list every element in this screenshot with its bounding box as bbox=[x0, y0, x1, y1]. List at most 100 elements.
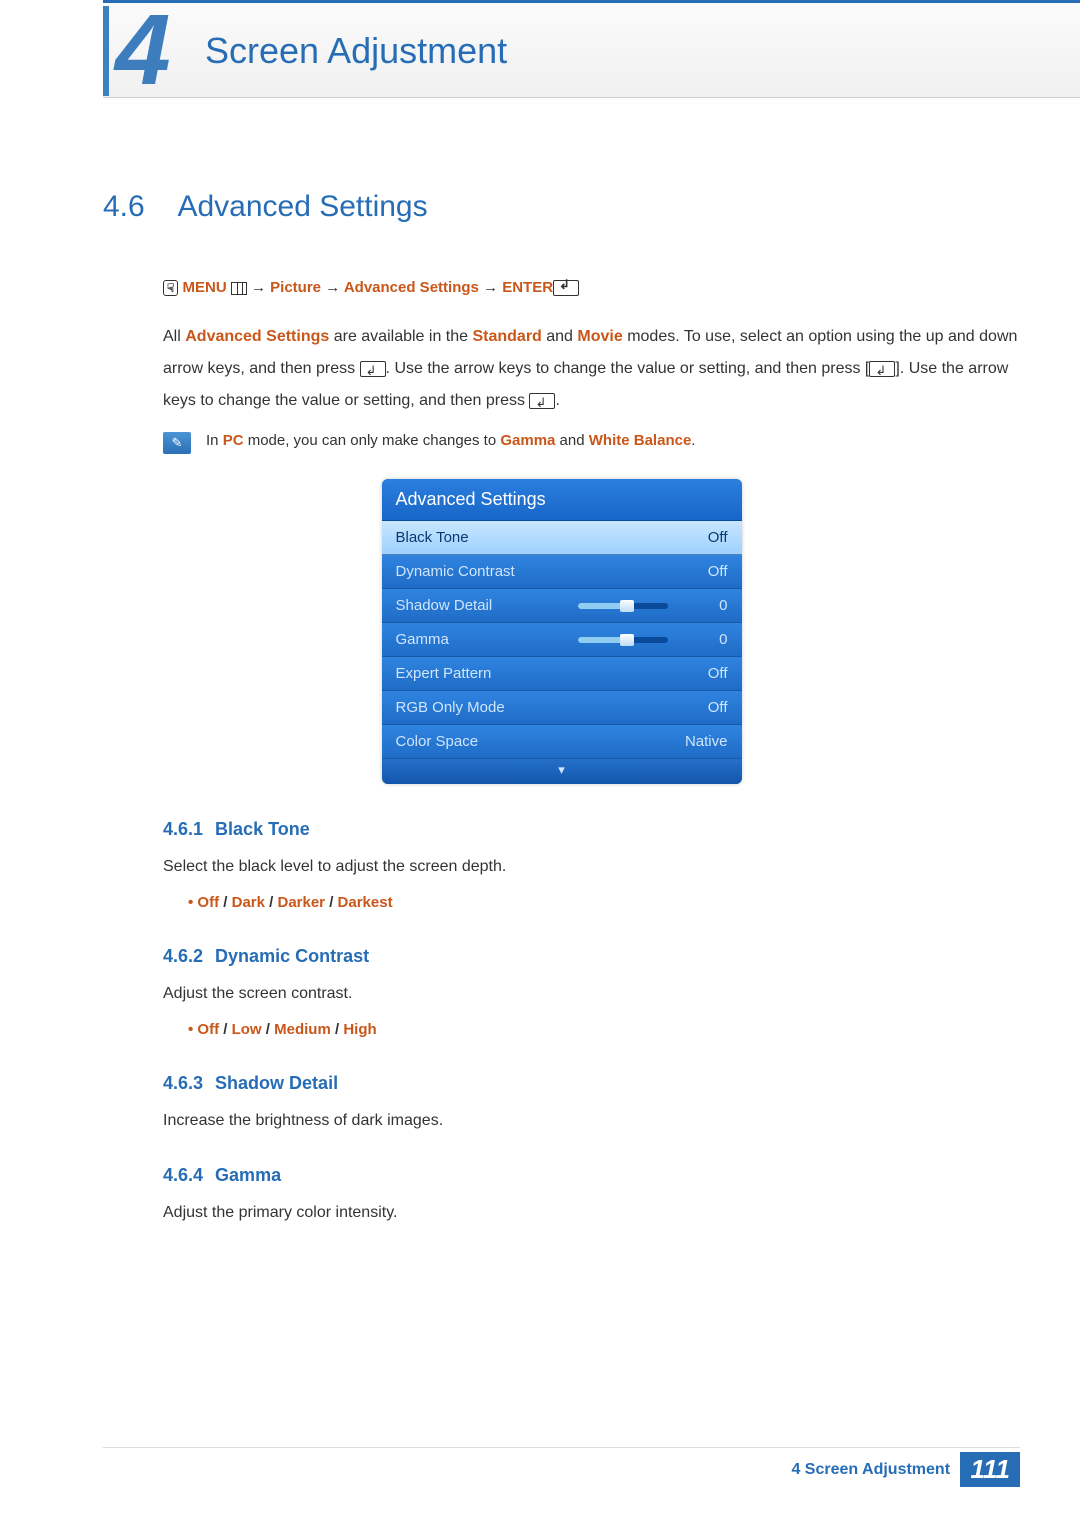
text-highlight: White Balance bbox=[589, 432, 692, 449]
footer-trail: 4 Screen Adjustment bbox=[791, 1461, 954, 1478]
option-value: Medium bbox=[274, 1021, 331, 1038]
page-footer: 4 Screen Adjustment 111 bbox=[103, 1447, 1020, 1487]
osd-item: RGB Only ModeOff bbox=[382, 691, 742, 725]
subsection-number: 4.6.4 bbox=[163, 1165, 203, 1185]
subsection-number: 4.6.1 bbox=[163, 819, 203, 839]
subsection-shadow-detail: 4.6.3 Shadow Detail Increase the brightne… bbox=[163, 1073, 1020, 1130]
osd-item: Expert PatternOff bbox=[382, 657, 742, 691]
subsection-title: Gamma bbox=[215, 1165, 281, 1185]
enter-icon bbox=[529, 393, 555, 409]
text-highlight: Gamma bbox=[500, 432, 555, 449]
subsection-gamma: 4.6.4Gamma Adjust the primary color inte… bbox=[163, 1165, 1020, 1222]
chapter-number: 4 bbox=[115, 0, 171, 100]
text-highlight: Movie bbox=[577, 328, 622, 345]
option-value: Darkest bbox=[338, 894, 393, 911]
osd-item-value: Off bbox=[678, 529, 728, 546]
arrow-icon: → bbox=[325, 279, 340, 296]
intro-paragraph: All Advanced Settings are available in t… bbox=[163, 321, 1020, 417]
subsection-black-tone: 4.6.1 Black Tone Select the black level t… bbox=[163, 819, 1020, 911]
subsection-heading: 4.6.2 Dynamic Contrast bbox=[163, 946, 1020, 967]
subsection-dynamic-contrast: 4.6.2 Dynamic Contrast Adjust the screen … bbox=[163, 946, 1020, 1038]
osd-item: Black ToneOff bbox=[382, 521, 742, 555]
text: and bbox=[542, 328, 578, 345]
osd-item-label: Black Tone bbox=[396, 529, 678, 546]
text: . Use the arrow keys to change the value… bbox=[386, 360, 870, 377]
osd-item-label: Gamma bbox=[396, 631, 578, 648]
chapter-title: Screen Adjustment bbox=[205, 30, 507, 72]
subsection-desc: Increase the brightness of dark images. bbox=[163, 1112, 1020, 1130]
separator: / bbox=[265, 894, 278, 911]
osd-item-label: Shadow Detail bbox=[396, 597, 578, 614]
text-highlight: Standard bbox=[472, 328, 541, 345]
nav-menu-label: MENU bbox=[182, 279, 226, 296]
osd-item-value: Off bbox=[678, 665, 728, 682]
osd-title: Advanced Settings bbox=[382, 479, 742, 521]
enter-icon bbox=[553, 280, 579, 296]
osd-item-value: Native bbox=[678, 733, 728, 750]
section-heading: 4.6 Advanced Settings bbox=[103, 190, 1020, 224]
osd-scroll-down-icon bbox=[382, 759, 742, 784]
osd-item-label: Dynamic Contrast bbox=[396, 563, 678, 580]
option-value: Low bbox=[232, 1021, 262, 1038]
osd-item: Gamma 0 bbox=[382, 623, 742, 657]
separator: / bbox=[262, 1021, 275, 1038]
arrow-icon: → bbox=[483, 279, 498, 296]
subsection-desc: Adjust the screen contrast. bbox=[163, 985, 1020, 1003]
subsection-title: Shadow Detail bbox=[215, 1073, 338, 1093]
osd-item: Dynamic ContrastOff bbox=[382, 555, 742, 589]
option-value: Dark bbox=[232, 894, 265, 911]
option-value: Off bbox=[197, 894, 219, 911]
separator: / bbox=[331, 1021, 344, 1038]
note-text: In PC mode, you can only make changes to… bbox=[206, 432, 695, 449]
text: mode, you can only make changes to bbox=[244, 432, 501, 449]
subsection-title: Dynamic Contrast bbox=[215, 946, 369, 966]
subsection-title: Black Tone bbox=[215, 819, 310, 839]
osd-menu: Advanced Settings Black ToneOffDynamic C… bbox=[382, 479, 742, 784]
option-value: Off bbox=[197, 1021, 219, 1038]
osd-slider bbox=[578, 637, 668, 643]
option-value: Darker bbox=[277, 894, 325, 911]
footer-chapter-num: 4 bbox=[791, 1461, 800, 1478]
nav-picture: Picture bbox=[270, 279, 321, 296]
note: ✎ In PC mode, you can only make changes … bbox=[163, 432, 1020, 454]
osd-item-value: Off bbox=[678, 563, 728, 580]
option-value: High bbox=[343, 1021, 376, 1038]
subsection-number: 4.6.3 bbox=[163, 1073, 203, 1093]
text: . bbox=[555, 392, 559, 409]
osd-item-label: RGB Only Mode bbox=[396, 699, 678, 716]
menu-path: ☟ MENU → Picture → Advanced Settings → E… bbox=[163, 279, 1020, 296]
osd-item: Shadow Detail 0 bbox=[382, 589, 742, 623]
text: . bbox=[691, 432, 695, 449]
osd-item-label: Color Space bbox=[396, 733, 678, 750]
note-pencil-icon: ✎ bbox=[163, 432, 191, 454]
subsection-heading: 4.6.3 Shadow Detail bbox=[163, 1073, 1020, 1094]
osd-item: Color SpaceNative bbox=[382, 725, 742, 759]
text-highlight: PC bbox=[223, 432, 244, 449]
osd-item-value: 0 bbox=[678, 631, 728, 648]
footer-chapter-title: Screen Adjustment bbox=[805, 1461, 950, 1478]
osd-item-value: 0 bbox=[678, 597, 728, 614]
content-area: 4.6 Advanced Settings ☟ MENU → Picture →… bbox=[103, 190, 1020, 1222]
subsection-number: 4.6.2 bbox=[163, 946, 203, 966]
nav-enter: ENTER bbox=[502, 279, 553, 296]
text: In bbox=[206, 432, 223, 449]
enter-icon bbox=[360, 361, 386, 377]
separator: / bbox=[219, 1021, 232, 1038]
subsection-options: Off / Low / Medium / High bbox=[188, 1021, 1020, 1038]
separator: / bbox=[325, 894, 338, 911]
text: and bbox=[555, 432, 588, 449]
section-title: Advanced Settings bbox=[177, 190, 427, 224]
subsection-heading: 4.6.4 Gamma bbox=[163, 1165, 1020, 1186]
osd-item-value: Off bbox=[678, 699, 728, 716]
page-number: 111 bbox=[960, 1452, 1020, 1487]
text-highlight: Advanced Settings bbox=[185, 328, 329, 345]
subsection-desc: Select the black level to adjust the scr… bbox=[163, 858, 1020, 876]
separator: / bbox=[219, 894, 232, 911]
subsection-options: Off / Dark / Darker / Darkest bbox=[188, 894, 1020, 911]
enter-icon bbox=[869, 361, 895, 377]
text: are available in the bbox=[329, 328, 472, 345]
hand-icon: ☟ bbox=[163, 280, 178, 296]
menu-grid-icon bbox=[231, 282, 247, 295]
nav-adv: Advanced Settings bbox=[344, 279, 479, 296]
text: All bbox=[163, 328, 185, 345]
